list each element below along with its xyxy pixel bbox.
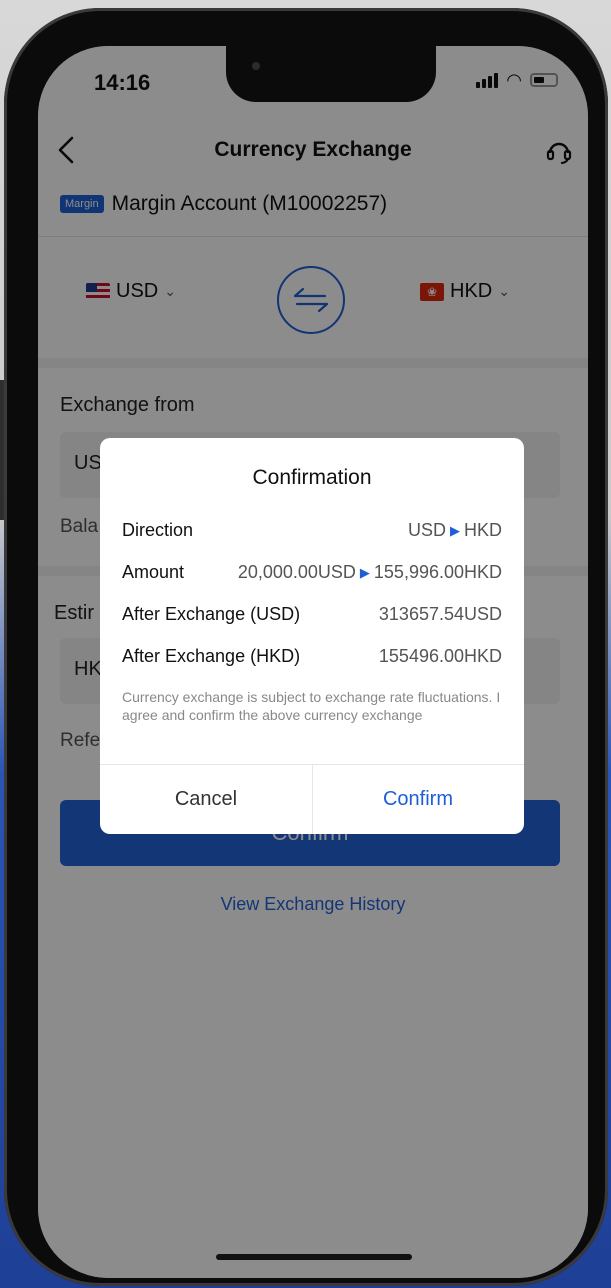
amount-value: 20,000.00USD ▶ 155,996.00HKD [238,562,502,583]
direction-to: HKD [463,520,502,540]
phone-notch [226,46,436,102]
app-screen: 14:16 ◠ Currency Exchange Margin Margin … [38,46,588,1278]
confirmation-dialog: Confirmation Direction USD ▶ HKD Amount … [100,438,524,834]
disclaimer-text: Currency exchange is subject to exchange… [122,689,501,723]
direction-label: Direction [122,520,194,540]
camera-icon [252,62,260,70]
dialog-title: Confirmation [252,466,372,489]
after-hkd-value: 155496.00HKD [378,646,502,666]
after-usd-label: After Exchange (USD) [122,604,301,624]
amount-to: 155,996.00HKD [373,562,502,582]
after-hkd-label: After Exchange (HKD) [122,646,301,666]
home-indicator [216,1254,412,1260]
phone-frame: 14:16 ◠ Currency Exchange Margin Margin … [4,8,608,1286]
after-exchange-usd-row: After Exchange (USD) 313657.54USD [122,604,502,625]
triangle-right-icon: ▶ [359,564,370,580]
triangle-right-icon: ▶ [449,522,460,538]
direction-value: USD ▶ HKD [408,520,502,541]
after-usd-value: 313657.54USD [378,604,502,624]
amount-label: Amount [122,562,185,582]
amount-from: 20,000.00USD [237,562,356,582]
cancel-button[interactable]: Cancel [100,764,312,834]
direction-row: Direction USD ▶ HKD [122,520,502,541]
direction-from: USD [407,520,446,540]
after-exchange-hkd-row: After Exchange (HKD) 155496.00HKD [122,646,502,667]
amount-row: Amount 20,000.00USD ▶ 155,996.00HKD [122,562,502,583]
confirm-button[interactable]: Confirm [312,764,524,834]
